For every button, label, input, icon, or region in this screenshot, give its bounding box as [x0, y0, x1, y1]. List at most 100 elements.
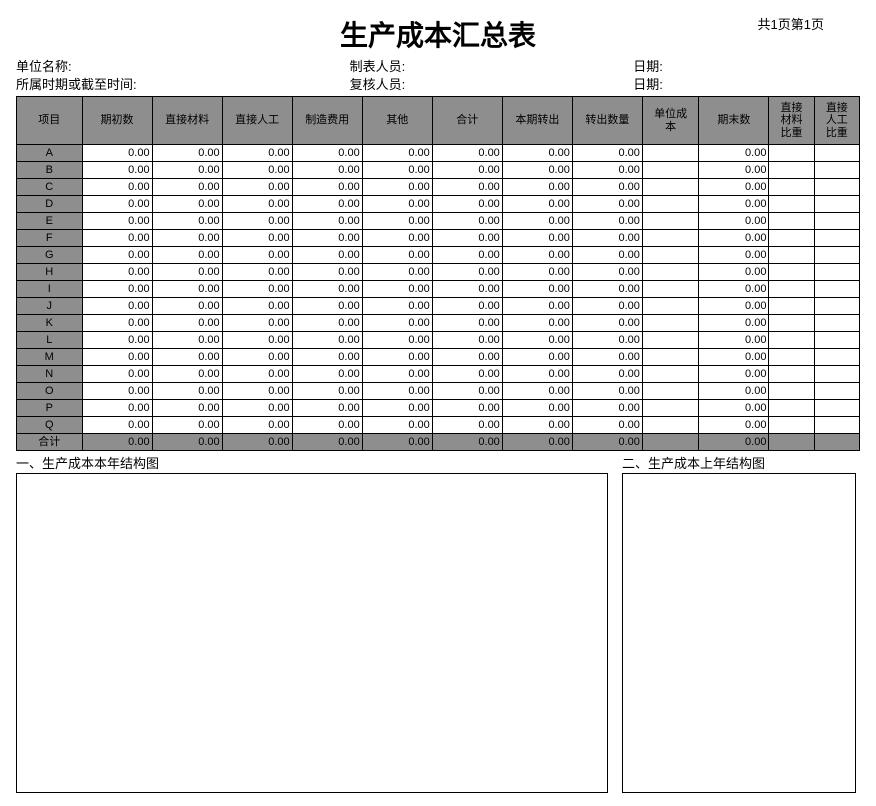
period-label: 所属时期或截至时间: — [16, 76, 346, 94]
cell: 0.00 — [699, 162, 769, 179]
cost-summary-table: 项目期初数直接材料直接人工制造费用其他合计本期转出转出数量单位成本期末数直接材料… — [16, 96, 860, 451]
cell: 0.00 — [292, 264, 362, 281]
cell: 0.00 — [362, 162, 432, 179]
cell: 0.00 — [699, 230, 769, 247]
cell — [642, 349, 699, 366]
cell: 0.00 — [362, 383, 432, 400]
cell: 0.00 — [502, 315, 572, 332]
cell: 0.00 — [502, 179, 572, 196]
cell — [814, 196, 859, 213]
table-row: D0.000.000.000.000.000.000.000.000.00 — [17, 196, 860, 213]
cell: 0.00 — [699, 417, 769, 434]
page-number: 共1页第1页 — [758, 14, 824, 33]
cell — [642, 179, 699, 196]
cell: 0.00 — [362, 349, 432, 366]
cell: 0.00 — [82, 298, 152, 315]
cell: 0.00 — [292, 366, 362, 383]
cell: 0.00 — [222, 145, 292, 162]
cell — [814, 162, 859, 179]
date2-label: 日期: — [633, 76, 663, 94]
cell — [814, 179, 859, 196]
cell: 0.00 — [502, 145, 572, 162]
cell: 0.00 — [222, 281, 292, 298]
cell — [769, 315, 814, 332]
cell — [814, 383, 859, 400]
col-header: 其他 — [362, 97, 432, 145]
cell — [814, 366, 859, 383]
cell — [814, 264, 859, 281]
cell — [814, 400, 859, 417]
cell — [769, 332, 814, 349]
row-name: L — [17, 332, 83, 349]
cell: 0.00 — [222, 434, 292, 451]
cell: 0.00 — [82, 162, 152, 179]
table-row: B0.000.000.000.000.000.000.000.000.00 — [17, 162, 860, 179]
cell: 0.00 — [572, 162, 642, 179]
cell: 0.00 — [292, 349, 362, 366]
cell: 0.00 — [362, 247, 432, 264]
cell: 0.00 — [572, 366, 642, 383]
cell: 0.00 — [152, 366, 222, 383]
cell — [769, 366, 814, 383]
cell: 0.00 — [152, 298, 222, 315]
cell: 0.00 — [82, 349, 152, 366]
cell: 0.00 — [152, 230, 222, 247]
row-name: N — [17, 366, 83, 383]
cell: 0.00 — [572, 349, 642, 366]
col-header: 合计 — [432, 97, 502, 145]
cell: 0.00 — [222, 366, 292, 383]
cell: 0.00 — [699, 281, 769, 298]
row-name: M — [17, 349, 83, 366]
chart2-box — [622, 473, 856, 793]
cell: 0.00 — [152, 247, 222, 264]
cell: 0.00 — [292, 196, 362, 213]
row-name: Q — [17, 417, 83, 434]
cell: 0.00 — [432, 281, 502, 298]
cell: 0.00 — [699, 179, 769, 196]
cell: 0.00 — [432, 162, 502, 179]
cell: 0.00 — [152, 281, 222, 298]
cell — [769, 162, 814, 179]
cell: 0.00 — [432, 383, 502, 400]
cell — [642, 400, 699, 417]
cell: 0.00 — [362, 434, 432, 451]
cell — [769, 383, 814, 400]
cell: 0.00 — [362, 400, 432, 417]
cell: 0.00 — [292, 213, 362, 230]
row-name: J — [17, 298, 83, 315]
cell: 0.00 — [152, 332, 222, 349]
cell: 0.00 — [432, 298, 502, 315]
cell: 0.00 — [432, 400, 502, 417]
cell: 0.00 — [82, 417, 152, 434]
cell: 0.00 — [152, 213, 222, 230]
cell: 0.00 — [292, 434, 362, 451]
cell: 0.00 — [292, 281, 362, 298]
cell — [814, 281, 859, 298]
cell: 0.00 — [152, 179, 222, 196]
cell: 0.00 — [292, 315, 362, 332]
cell: 0.00 — [222, 162, 292, 179]
cell: 0.00 — [82, 196, 152, 213]
cell: 0.00 — [152, 145, 222, 162]
cell — [769, 179, 814, 196]
row-name: F — [17, 230, 83, 247]
cell: 0.00 — [82, 383, 152, 400]
cell: 0.00 — [292, 383, 362, 400]
table-header-row: 项目期初数直接材料直接人工制造费用其他合计本期转出转出数量单位成本期末数直接材料… — [17, 97, 860, 145]
cell: 0.00 — [362, 332, 432, 349]
chart1-label: 一、生产成本本年结构图 — [16, 455, 608, 473]
cell: 0.00 — [502, 213, 572, 230]
cell: 0.00 — [699, 298, 769, 315]
cell: 0.00 — [152, 434, 222, 451]
cell: 0.00 — [432, 315, 502, 332]
cell: 0.00 — [572, 434, 642, 451]
table-row: Q0.000.000.000.000.000.000.000.000.00 — [17, 417, 860, 434]
row-name: O — [17, 383, 83, 400]
table-row: P0.000.000.000.000.000.000.000.000.00 — [17, 400, 860, 417]
preparer-label: 制表人员: — [350, 58, 630, 76]
cell: 0.00 — [362, 417, 432, 434]
cell: 0.00 — [432, 349, 502, 366]
cell: 0.00 — [502, 383, 572, 400]
col-header: 期初数 — [82, 97, 152, 145]
cell — [769, 213, 814, 230]
